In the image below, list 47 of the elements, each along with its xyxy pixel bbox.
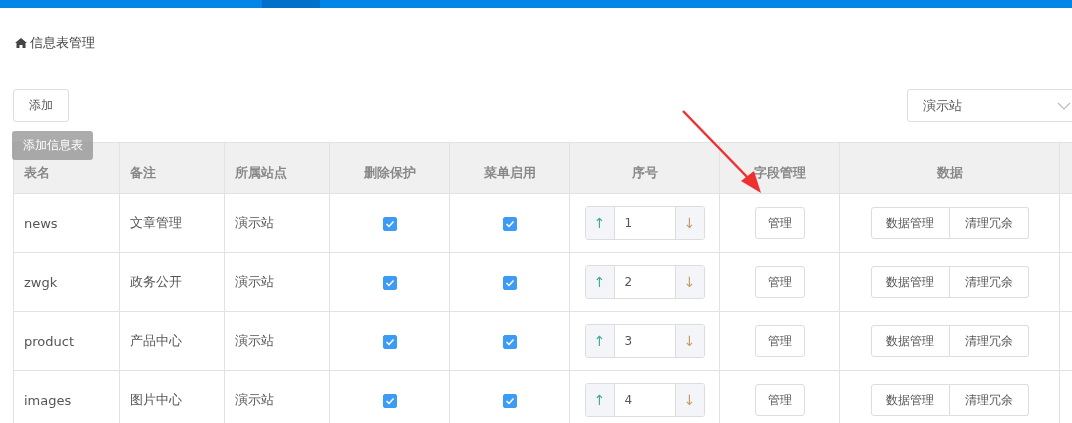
site-select[interactable]: 演示站 [907, 89, 1072, 122]
checkbox[interactable] [382, 334, 397, 349]
data-action-button[interactable]: 数据管理 [870, 384, 950, 416]
data-action-button[interactable]: 清理冗余 [949, 266, 1029, 298]
manage-button[interactable]: 管理 [754, 384, 805, 416]
checkbox[interactable] [382, 275, 397, 290]
data-action-button[interactable]: 清理冗余 [949, 384, 1029, 416]
table-cell: product [13, 311, 120, 371]
add-button[interactable]: 添加 [13, 89, 69, 122]
tooltip: 添加信息表 [12, 131, 93, 160]
order-stepper[interactable]: ↑ 3 ↓ [584, 324, 705, 358]
chevron-down-icon [1057, 101, 1071, 110]
manage-button[interactable]: 管理 [754, 207, 805, 239]
order-stepper[interactable]: ↑ 4 ↓ [584, 383, 705, 417]
order-stepper[interactable]: ↑ 2 ↓ [584, 265, 705, 299]
checkbox[interactable] [382, 216, 397, 231]
table-cell: 演示站 [224, 252, 330, 312]
column-header: 序号 [569, 142, 720, 194]
checkbox[interactable] [502, 216, 517, 231]
checkbox[interactable] [502, 334, 517, 349]
data-action-button[interactable]: 数据管理 [870, 266, 950, 298]
data-action-button[interactable]: 数据管理 [870, 325, 950, 357]
table-cell: 产品中心 [119, 311, 225, 371]
data-action-button[interactable]: 清理冗余 [949, 325, 1029, 357]
column-header: 数据 [839, 142, 1060, 194]
table-cell: 演示站 [224, 193, 330, 253]
checkbox[interactable] [382, 393, 397, 408]
manage-button[interactable]: 管理 [754, 325, 805, 357]
column-header: 删除保护 [329, 142, 450, 194]
checkbox[interactable] [502, 275, 517, 290]
data-action-button[interactable]: 数据管理 [870, 207, 950, 239]
column-header: 字段管理 [719, 142, 840, 194]
checkbox[interactable] [502, 393, 517, 408]
data-action-button[interactable]: 清理冗余 [949, 207, 1029, 239]
column-header: 所属站点 [224, 142, 330, 194]
column-header: 备注 [119, 142, 225, 194]
table-cell: zwgk [13, 252, 120, 312]
order-stepper[interactable]: ↑ 1 ↓ [584, 206, 705, 240]
table-cell: news [13, 193, 120, 253]
page-title: 信息表管理 [30, 34, 95, 52]
table-cell: images [13, 370, 120, 423]
manage-button[interactable]: 管理 [754, 266, 805, 298]
table-cell: 政务公开 [119, 252, 225, 312]
table-cell: 文章管理 [119, 193, 225, 253]
home-icon [15, 38, 27, 48]
table-cell: 演示站 [224, 311, 330, 371]
column-header: 菜单启用 [449, 142, 570, 194]
